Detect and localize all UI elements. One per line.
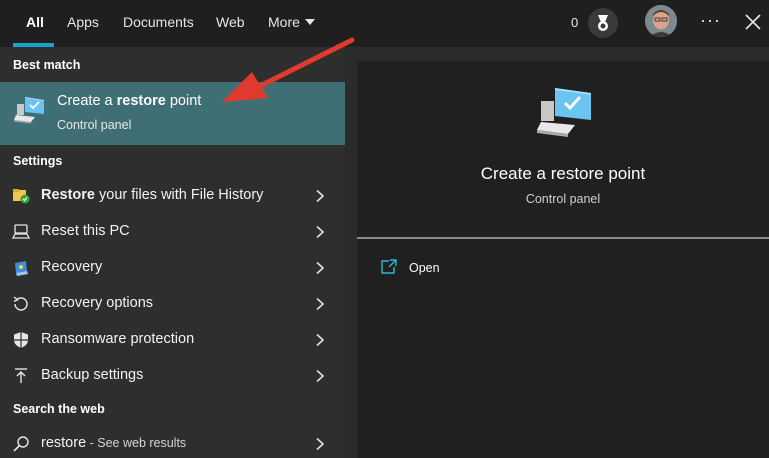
tab-all[interactable]: All xyxy=(26,0,44,47)
chevron-right-icon xyxy=(314,189,326,203)
more-options-icon[interactable]: ··· xyxy=(700,10,721,31)
preview-title: Create a restore point xyxy=(480,164,646,183)
close-icon[interactable] xyxy=(743,12,763,32)
rewards-points: 0 xyxy=(571,15,579,30)
settings-item-ransomware[interactable]: Ransomware protection xyxy=(0,322,345,358)
preview-panel: Create a restore point Control panel Ope… xyxy=(357,61,769,458)
search-icon xyxy=(12,435,30,453)
best-match-subtitle: Control panel xyxy=(57,118,132,132)
settings-item-recovery[interactable]: Recovery xyxy=(0,250,345,286)
reset-pc-icon xyxy=(11,223,31,241)
web-search-result[interactable]: restore - See web results xyxy=(0,426,345,458)
avatar[interactable] xyxy=(645,5,677,37)
tab-apps[interactable]: Apps xyxy=(67,0,99,47)
chevron-right-icon xyxy=(314,333,326,347)
open-external-icon xyxy=(381,259,397,274)
settings-item-recovery-options[interactable]: Recovery options xyxy=(0,286,345,322)
medal-icon[interactable] xyxy=(588,8,618,38)
chevron-right-icon xyxy=(314,369,326,383)
computer-check-icon xyxy=(13,95,47,127)
web-search-label: restore - See web results xyxy=(41,435,187,451)
recovery-icon xyxy=(12,259,30,277)
search-web-heading: Search the web xyxy=(13,402,105,416)
settings-item-label: Restore your files with File History xyxy=(41,187,264,203)
tab-web[interactable]: Web xyxy=(216,0,245,47)
open-label: Open xyxy=(409,261,440,275)
chevron-right-icon xyxy=(314,261,326,275)
settings-item-label: Recovery xyxy=(41,259,103,275)
chevron-down-icon xyxy=(304,19,315,26)
divider xyxy=(357,237,769,239)
backup-icon xyxy=(12,367,30,385)
preview-subtitle: Control panel xyxy=(525,192,601,206)
settings-item-label: Ransomware protection xyxy=(41,331,195,347)
settings-item-label: Backup settings xyxy=(41,367,144,383)
file-history-icon xyxy=(12,187,30,205)
computer-check-icon xyxy=(535,85,595,143)
best-match-result[interactable]: Create a restore point Control panel xyxy=(0,82,345,145)
chevron-right-icon xyxy=(314,437,326,451)
recovery-options-icon xyxy=(12,295,30,313)
results-panel: Best match Create a restore point Contro… xyxy=(0,47,345,458)
settings-item-label: Reset this PC xyxy=(41,223,130,239)
chevron-right-icon xyxy=(314,225,326,239)
search-top-bar: All Apps Documents Web More 0 ··· xyxy=(0,0,769,47)
chevron-right-icon xyxy=(314,297,326,311)
best-match-heading: Best match xyxy=(13,58,81,72)
tab-documents[interactable]: Documents xyxy=(123,0,194,47)
settings-item-label: Recovery options xyxy=(41,295,154,311)
best-match-title: Create a restore point xyxy=(57,93,202,109)
tab-more-label: More xyxy=(268,14,300,30)
tab-more[interactable]: More xyxy=(268,0,315,47)
shield-icon xyxy=(12,331,30,349)
settings-item-file-history[interactable]: Restore your files with File History xyxy=(0,178,345,214)
settings-item-backup[interactable]: Backup settings xyxy=(0,358,345,394)
settings-heading: Settings xyxy=(13,154,63,168)
settings-item-reset-pc[interactable]: Reset this PC xyxy=(0,214,345,250)
